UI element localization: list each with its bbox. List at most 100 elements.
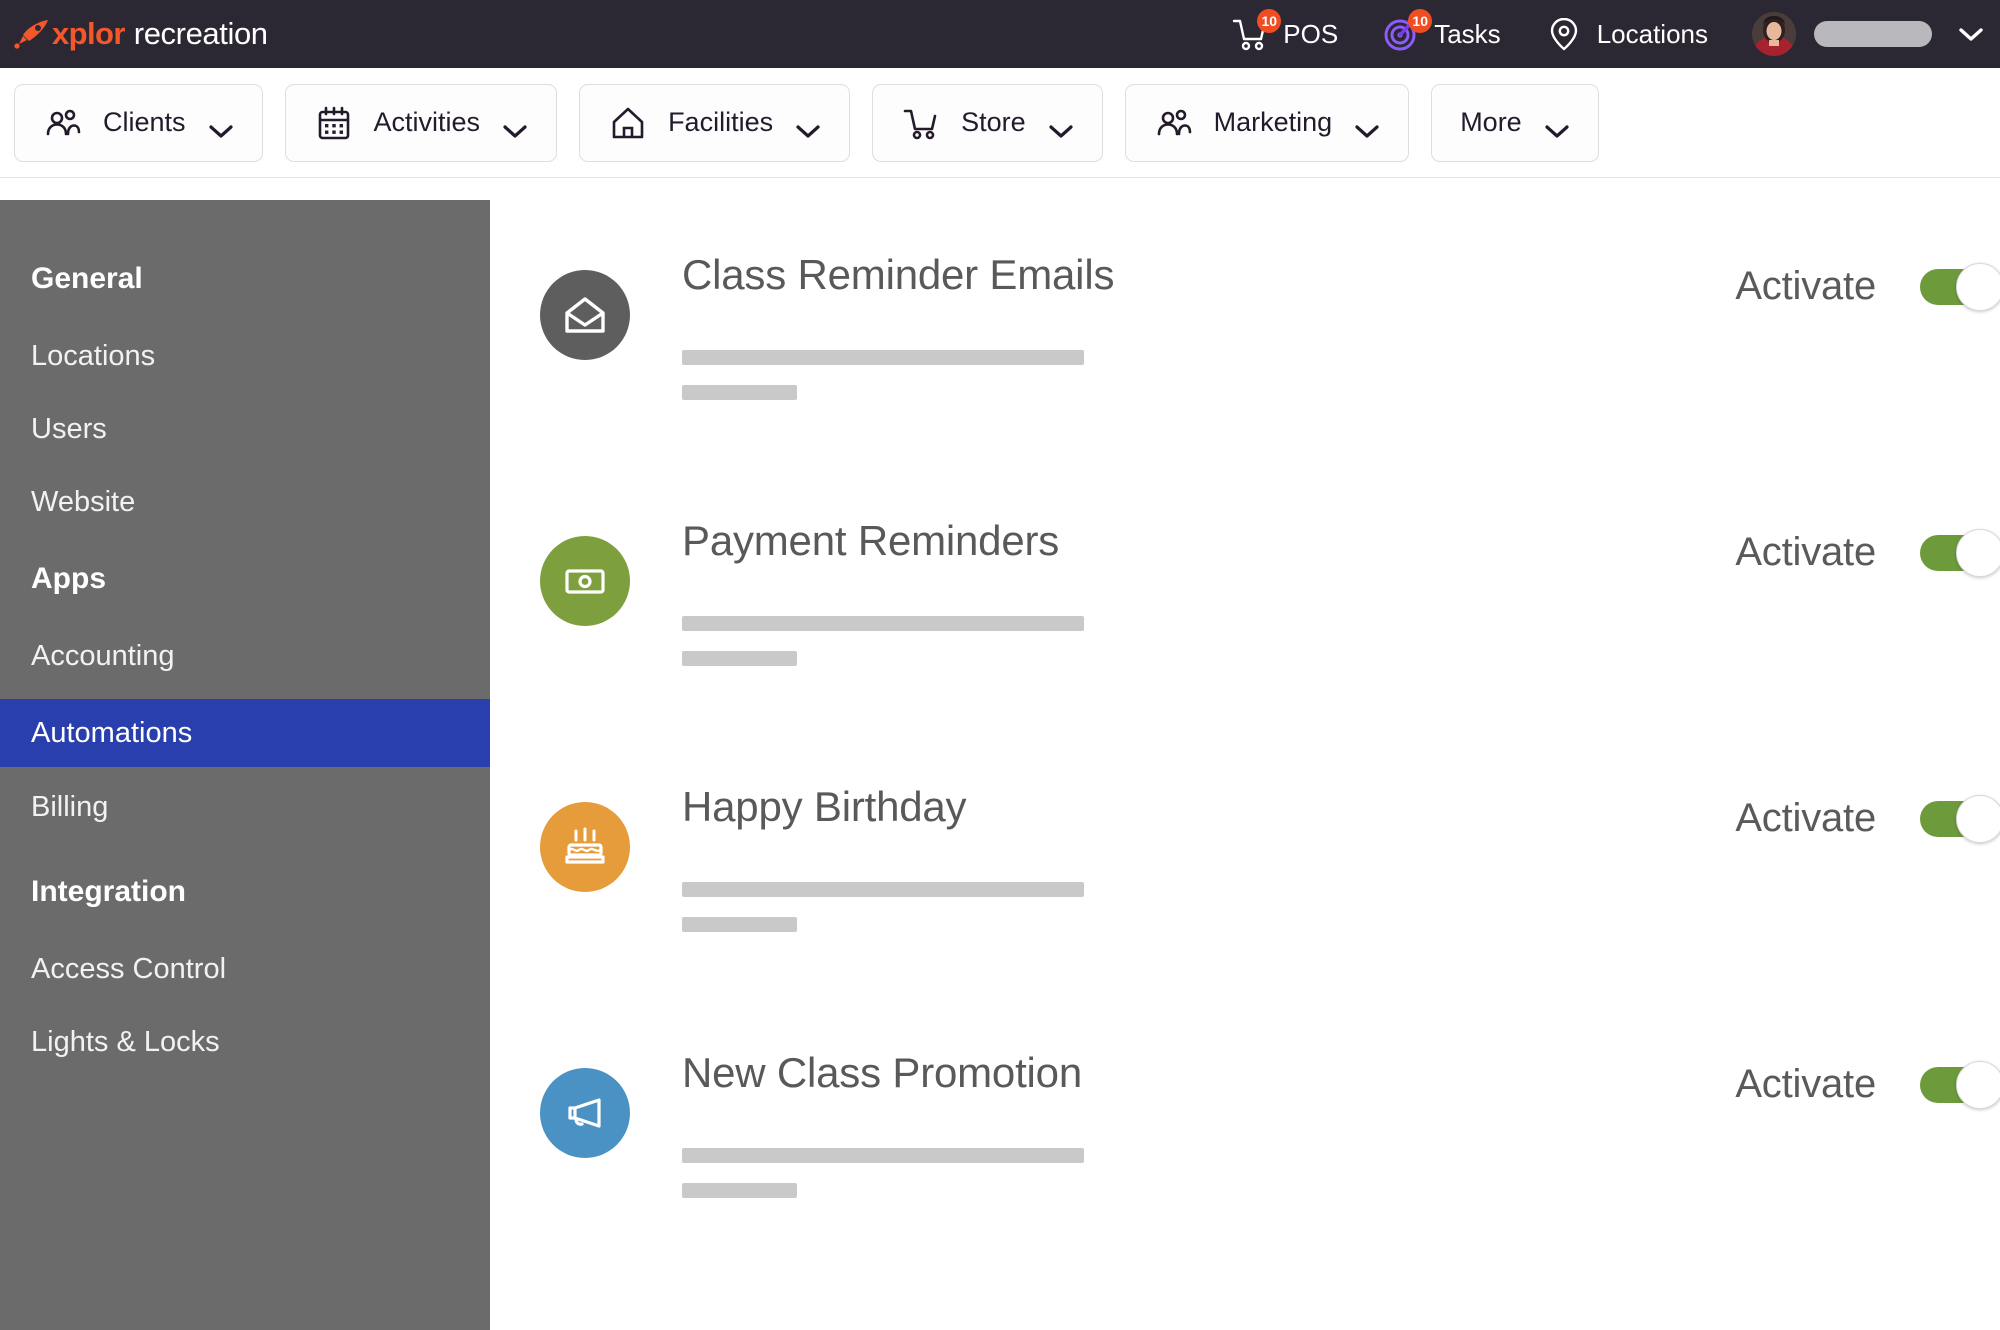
chevron-down-icon [1354,115,1380,131]
automation-description-redacted-line-2 [682,385,797,400]
avatar[interactable] [1752,12,1796,56]
chevron-down-icon [1048,115,1074,131]
toggle-knob [1956,263,2000,311]
toggle-knob [1956,795,2000,843]
topbar-item-pos[interactable]: 10 POS [1231,15,1338,53]
activate-label: Activate [1735,1062,1876,1107]
chevron-down-icon [502,115,528,131]
sidebar-group-header-apps: Apps [0,562,490,596]
automation-action: Activate [1735,530,1992,575]
automation-title: New Class Promotion [682,1050,1735,1096]
nav-button-store[interactable]: Store [872,84,1103,162]
nav-button-facilities[interactable]: Facilities [579,84,850,162]
nav-button-store-label: Store [961,107,1026,138]
shopping-cart-icon [901,103,941,143]
banknote-icon [540,536,630,626]
birthday-cake-icon [540,802,630,892]
calendar-icon [314,103,354,143]
activate-label: Activate [1735,530,1876,575]
target-icon: 10 [1382,15,1420,53]
topbar-item-locations-label: Locations [1597,19,1708,50]
nav-button-activities-label: Activities [374,107,481,138]
account-name-redacted [1814,21,1932,47]
activate-toggle[interactable] [1920,1067,1992,1103]
automation-title: Happy Birthday [682,784,1735,830]
automation-row: New Class Promotion Activate [490,1000,2000,1266]
nav-button-marketing[interactable]: Marketing [1125,84,1410,162]
sidebar-item-label: Lights & Locks [31,1026,220,1059]
sidebar-item-label: Locations [31,340,155,373]
sidebar-item-accounting[interactable]: Accounting [0,626,490,686]
envelope-open-icon [540,270,630,360]
sidebar-item-automations[interactable]: Automations [0,699,490,767]
chevron-down-icon [795,115,821,131]
sidebar-item-lights-and-locks[interactable]: Lights & Locks [0,1012,490,1072]
automation-description-redacted-line-1 [682,350,1084,365]
topbar-item-pos-label: POS [1283,19,1338,50]
automation-description-redacted-line-2 [682,917,797,932]
automation-title: Class Reminder Emails [682,252,1735,298]
automation-description-redacted-line-1 [682,616,1084,631]
chevron-down-icon[interactable] [1958,26,1984,42]
rocket-icon [14,19,50,49]
logo-text-primary: xplor [52,16,125,52]
sidebar-item-users[interactable]: Users [0,399,490,459]
automation-text: Class Reminder Emails [682,252,1735,400]
topbar-item-locations[interactable]: Locations [1545,15,1708,53]
activate-toggle[interactable] [1920,535,1992,571]
settings-sidebar: General Locations Users Website Apps Acc… [0,200,490,1330]
tasks-badge: 10 [1408,9,1432,33]
chevron-down-icon [208,115,234,131]
sidebar-item-label: Billing [31,791,108,824]
sidebar-group-header-general: General [0,262,490,296]
automation-text: Payment Reminders [682,518,1735,666]
toggle-knob [1956,529,2000,577]
automation-text: New Class Promotion [682,1050,1735,1198]
sidebar-item-locations[interactable]: Locations [0,326,490,386]
sidebar-group-header-integration: Integration [0,875,490,909]
nav-button-more-label: More [1460,107,1522,138]
nav-button-more[interactable]: More [1431,84,1599,162]
automation-row: Happy Birthday Activate [490,734,2000,1000]
brand-logo[interactable]: xplor recreation [14,16,268,52]
activate-label: Activate [1735,264,1876,309]
main-navigation: Clients Activities [0,68,2000,178]
building-icon [608,103,648,143]
activate-toggle[interactable] [1920,801,1992,837]
automation-description-redacted-line-1 [682,882,1084,897]
automation-row: Payment Reminders Activate [490,468,2000,734]
pos-badge: 10 [1257,9,1281,33]
automation-text: Happy Birthday [682,784,1735,932]
automations-list: Class Reminder Emails Activate Payment R… [490,178,2000,1330]
nav-button-clients[interactable]: Clients [14,84,263,162]
automation-description-redacted-line-2 [682,651,797,666]
nav-button-facilities-label: Facilities [668,107,773,138]
automation-row: Class Reminder Emails Activate [490,202,2000,468]
top-bar-actions: 10 POS 10 Tasks [1187,0,2000,68]
automation-title: Payment Reminders [682,518,1735,564]
people-icon [43,103,83,143]
activate-label: Activate [1735,796,1876,841]
automation-description-redacted-line-1 [682,1148,1084,1163]
topbar-item-tasks[interactable]: 10 Tasks [1382,15,1500,53]
sidebar-item-label: Website [31,486,135,519]
automation-description-redacted-line-2 [682,1183,797,1198]
automation-action: Activate [1735,264,1992,309]
automation-action: Activate [1735,796,1992,841]
sidebar-item-label: Automations [31,717,192,750]
nav-button-marketing-label: Marketing [1214,107,1333,138]
activate-toggle[interactable] [1920,269,1992,305]
nav-button-clients-label: Clients [103,107,186,138]
sidebar-item-billing[interactable]: Billing [0,777,490,837]
sidebar-item-label: Accounting [31,640,175,673]
sidebar-item-access-control[interactable]: Access Control [0,939,490,999]
toggle-knob [1956,1061,2000,1109]
automation-action: Activate [1735,1062,1992,1107]
nav-button-activities[interactable]: Activities [285,84,558,162]
people-icon [1154,103,1194,143]
shopping-cart-icon: 10 [1231,15,1269,53]
top-bar: xplor recreation 10 POS [0,0,2000,68]
sidebar-item-website[interactable]: Website [0,472,490,532]
topbar-item-tasks-label: Tasks [1434,19,1500,50]
sidebar-item-label: Access Control [31,953,226,986]
